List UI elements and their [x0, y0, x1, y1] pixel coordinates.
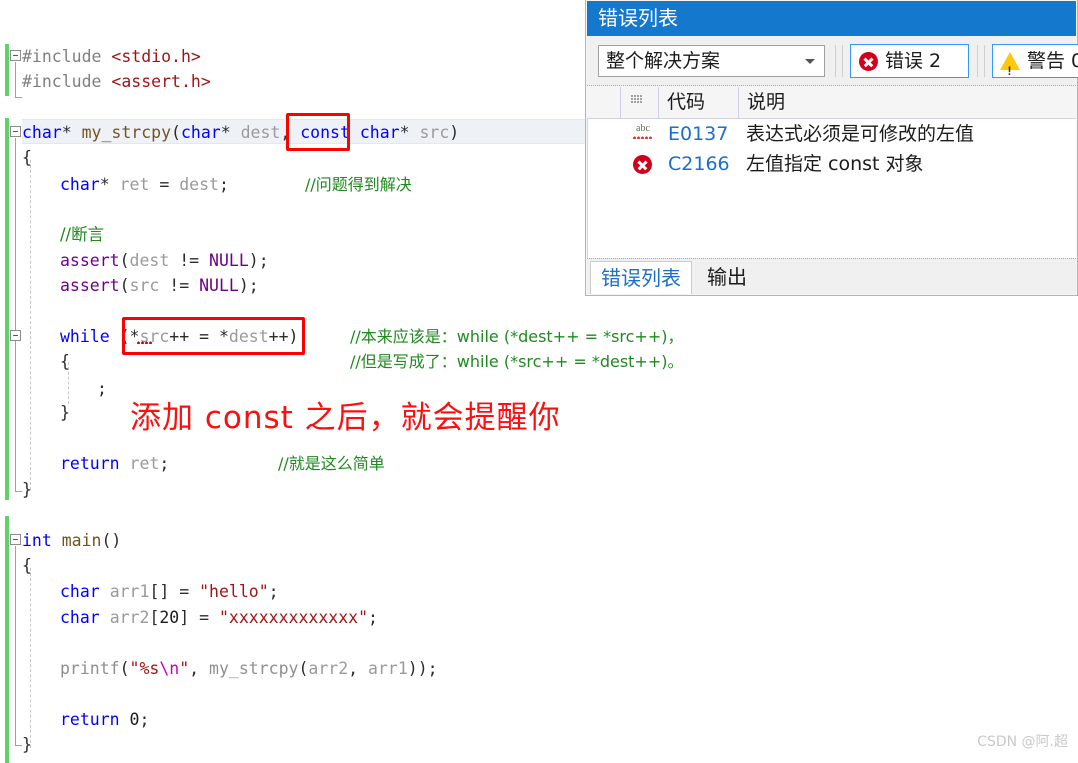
collapse-box-includes[interactable] [10, 50, 21, 61]
code-line[interactable]: char* ret = dest; [60, 172, 229, 197]
code-line[interactable]: int main() [22, 528, 121, 553]
error-circle-icon [633, 155, 652, 174]
code-line[interactable]: char arr2[20] = "xxxxxxxxxxxxx"; [60, 605, 378, 630]
annotation-note: 添加 const 之后，就会提醒你 [130, 400, 561, 436]
while-condition-highlight-box [122, 317, 305, 355]
code-comment[interactable]: //就是这么简单 [278, 451, 385, 476]
const-highlight-box [286, 113, 350, 151]
indent-guide [30, 568, 31, 748]
outline-guide-foot [15, 491, 22, 492]
change-bar-segment [5, 44, 9, 96]
code-line[interactable]: #include <stdio.h> [22, 44, 201, 69]
warning-triangle-icon [1000, 52, 1020, 87]
collapse-box-while[interactable] [10, 330, 21, 341]
tab-error-list[interactable]: 错误列表 [590, 261, 692, 294]
toolbar-separator [977, 45, 978, 77]
code-line[interactable]: assert(src != NULL); [60, 273, 259, 298]
code-line[interactable]: { [22, 553, 32, 578]
toolbar-separator [835, 45, 836, 77]
code-comment[interactable]: //但是写成了：while (*src++ = *dest++)。 [350, 349, 684, 374]
error-description: 表达式必须是可修改的左值 [746, 123, 975, 145]
collapse-box-my-strcpy[interactable] [10, 126, 21, 137]
chevron-down-icon [805, 59, 815, 64]
change-bar-segment [5, 118, 9, 500]
error-list-toolbar: 整个解决方案 错误 2 警告 0 [587, 36, 1078, 87]
error-circle-icon [859, 52, 878, 71]
code-line[interactable]: ; [97, 376, 107, 401]
grid-header-select-col[interactable] [587, 87, 621, 118]
warnings-filter-button[interactable]: 警告 0 [992, 44, 1078, 87]
error-list-row[interactable]: C2166 左值指定 const 对象 [588, 149, 1076, 179]
outline-guide-my-strcpy [15, 138, 16, 492]
code-comment[interactable]: //问题得到解决 [305, 172, 412, 197]
error-list-row[interactable]: abc E0137 表达式必须是可修改的左值 [588, 119, 1076, 149]
grid-header-code[interactable]: 代码 [659, 87, 739, 118]
scope-filter-combobox[interactable]: 整个解决方案 [598, 45, 825, 77]
outline-guide-includes [15, 62, 16, 98]
error-description: 左值指定 const 对象 [746, 153, 924, 175]
code-comment[interactable]: //本来应该是：while (*dest++ = *src++)， [350, 324, 684, 349]
code-line[interactable]: char arr1[] = "hello"; [60, 579, 279, 604]
error-list-tabs: 错误列表 输出 [587, 258, 1076, 294]
code-line[interactable]: { [22, 145, 32, 170]
collapse-box-main[interactable] [10, 534, 21, 545]
error-list-title: 错误列表 [587, 1, 1076, 36]
watermark: CSDN @阿.超 [977, 734, 1068, 750]
errors-filter-button[interactable]: 错误 2 [850, 44, 969, 78]
outline-guide-main [15, 546, 16, 746]
outline-guide-foot [15, 745, 22, 746]
code-line[interactable]: return 0; [60, 707, 149, 732]
code-line[interactable]: { [60, 349, 70, 374]
code-line[interactable]: printf("%s\n", my_strcpy(arr2, arr1)); [60, 656, 438, 681]
error-list-grid-header: 代码 说明 [587, 87, 1076, 119]
error-list-rows[interactable]: abc E0137 表达式必须是可修改的左值 C2166 左值指定 const 对象 [587, 119, 1076, 259]
outline-guide-foot [15, 97, 22, 98]
severity-icon [631, 95, 642, 104]
indent-guide [30, 160, 31, 490]
code-line[interactable]: assert(dest != NULL); [60, 248, 269, 273]
scope-filter-value: 整个解决方案 [606, 50, 721, 72]
code-line[interactable]: } [22, 732, 32, 757]
grid-header-description[interactable]: 说明 [739, 87, 1078, 118]
code-line[interactable]: return ret; [60, 451, 169, 476]
error-code: E0137 [668, 123, 729, 145]
error-code: C2166 [668, 153, 730, 175]
toolbar-separator [984, 45, 985, 77]
code-line[interactable]: #include <assert.h> [22, 69, 211, 94]
intellisense-squiggle-icon: abc [632, 124, 654, 144]
code-line[interactable]: } [60, 400, 70, 425]
code-line[interactable]: } [22, 477, 32, 502]
grid-header-icon-col[interactable] [621, 87, 659, 118]
warnings-filter-label: 警告 0 [1027, 50, 1078, 72]
error-list-panel[interactable]: 错误列表 整个解决方案 错误 2 警告 0 代码 说明 abc E0137 表达式必… [585, 0, 1078, 296]
code-line[interactable]: //断言 [60, 222, 104, 247]
toolbar-separator [842, 45, 843, 77]
code-line[interactable]: char* my_strcpy(char* dest, const char* … [22, 120, 459, 145]
change-bar-segment [5, 516, 9, 763]
errors-filter-label: 错误 2 [885, 50, 942, 72]
tab-output[interactable]: 输出 [697, 261, 757, 294]
